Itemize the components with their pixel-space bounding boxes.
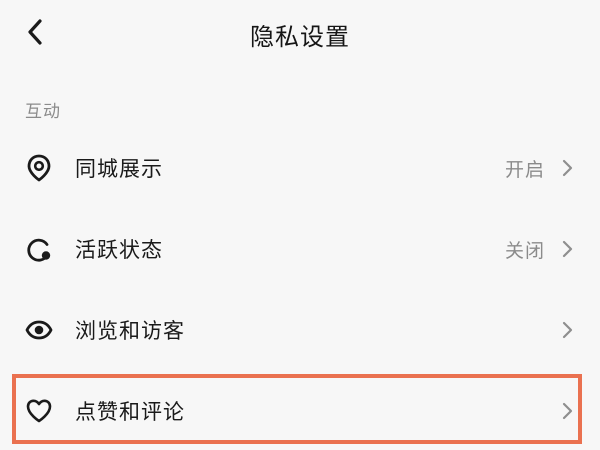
- page-title: 隐私设置: [250, 23, 350, 51]
- setting-row-label: 点赞和评论: [75, 400, 185, 424]
- top-navigation-bar: 隐私设置: [0, 0, 600, 70]
- location-pin-icon: [24, 153, 54, 183]
- eye-icon: [24, 315, 54, 345]
- chevron-right-icon: [558, 402, 576, 420]
- setting-row-label: 同城展示: [75, 157, 163, 181]
- activity-status-icon: [24, 234, 54, 264]
- heart-icon: [24, 396, 54, 426]
- chevron-right-icon: [558, 240, 576, 258]
- setting-row-label: 浏览和访客: [75, 319, 185, 343]
- setting-row-status: 开启: [504, 158, 545, 181]
- setting-row-label: 活跃状态: [75, 238, 163, 262]
- setting-row-nearby-display[interactable]: 同城展示 开启: [0, 131, 600, 205]
- setting-row-active-status[interactable]: 活跃状态 关闭: [0, 212, 600, 286]
- setting-row-likes-and-comments[interactable]: 点赞和评论: [0, 374, 600, 448]
- setting-row-status: 关闭: [504, 239, 545, 262]
- chevron-right-icon: [558, 159, 576, 177]
- chevron-right-icon: [558, 321, 576, 339]
- privacy-settings-page: 隐私设置 互动 同城展示 开启 活跃状态 关闭 浏览和访客 点赞和评论: [0, 0, 600, 450]
- section-title-interaction: 互动: [25, 102, 61, 122]
- setting-row-browsing-and-visitors[interactable]: 浏览和访客: [0, 293, 600, 367]
